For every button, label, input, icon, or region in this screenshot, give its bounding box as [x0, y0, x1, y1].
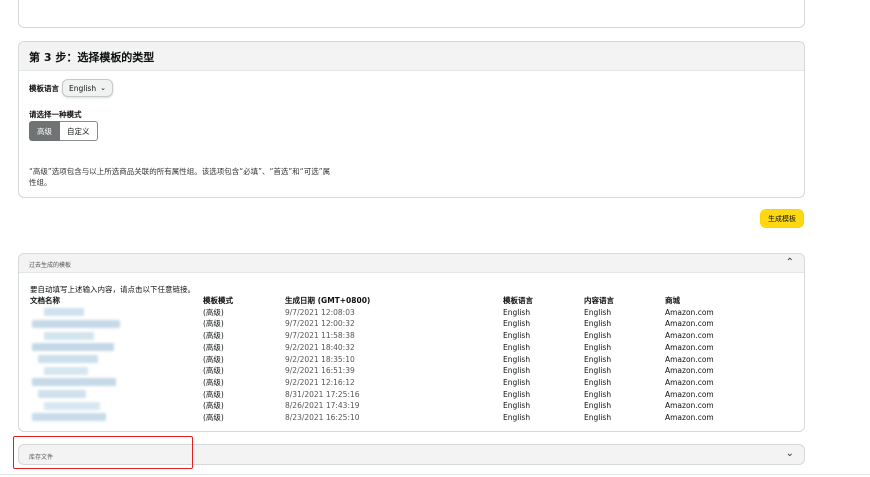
- cell-template-language: English: [503, 307, 531, 317]
- cell-date: 9/2/2021 18:35:10: [285, 354, 355, 364]
- cell-content-language: English: [584, 319, 612, 329]
- cell-template-language: English: [503, 354, 531, 364]
- cell-store: Amazon.com: [665, 413, 714, 423]
- past-templates-header[interactable]: 过去生成的模板 ⌃: [19, 254, 804, 273]
- cell-content-language: English: [584, 307, 612, 317]
- cell-store: Amazon.com: [665, 342, 714, 352]
- past-templates-title: 过去生成的模板: [29, 262, 72, 269]
- chevron-down-icon[interactable]: ⌄: [786, 448, 794, 459]
- redacted-name-8[interactable]: [38, 390, 86, 398]
- cell-mode: (高级): [203, 401, 224, 411]
- cell-template-language: English: [503, 389, 531, 399]
- previous-step-card: [18, 0, 805, 28]
- cell-template-language: English: [503, 377, 531, 387]
- divider: [0, 474, 870, 475]
- mode-description: “高级”选项包含与以上所选商品关联的所有属性组。该选项包含“必填”、“首选”和“…: [29, 166, 409, 188]
- cell-content-language: English: [584, 342, 612, 352]
- column-template-language: 模板语言 English English English English Eng…: [503, 295, 533, 424]
- cell-content-language: English: [584, 331, 612, 341]
- template-language-value: English: [69, 83, 97, 93]
- mode-advanced-button[interactable]: 高级: [29, 121, 60, 141]
- cell-content-language: English: [584, 389, 612, 399]
- cell-mode: (高级): [203, 354, 224, 364]
- chevron-up-icon[interactable]: ⌃: [786, 257, 794, 268]
- cell-content-language: English: [584, 377, 612, 387]
- cell-store: Amazon.com: [665, 319, 714, 329]
- cell-mode: (高级): [203, 413, 224, 423]
- cell-template-language: English: [503, 401, 531, 411]
- header-template-language: 模板语言: [503, 296, 533, 305]
- past-templates-card: 过去生成的模板 ⌃ 要自动填写上述输入内容，请点击以下任意链接。 文档名称 模板…: [18, 253, 805, 432]
- cell-template-language: English: [503, 331, 531, 341]
- cell-store: Amazon.com: [665, 389, 714, 399]
- cell-date: 8/26/2021 17:43:19: [285, 401, 360, 411]
- redacted-name-10[interactable]: [32, 413, 106, 421]
- column-mode: 模板模式 (高级) (高级) (高级) (高级) (高级) (高级) (高级) …: [203, 295, 233, 424]
- cell-store: Amazon.com: [665, 354, 714, 364]
- cell-store: Amazon.com: [665, 366, 714, 376]
- cell-template-language: English: [503, 413, 531, 423]
- redacted-document-names: [30, 306, 120, 426]
- mode-description-line1: “高级”选项包含与以上所选商品关联的所有属性组。该选项包含“必填”、“首选”和“…: [29, 167, 331, 176]
- cell-date: 8/31/2021 17:25:16: [285, 389, 360, 399]
- cell-mode: (高级): [203, 307, 224, 317]
- template-language-label: 模板语言: [29, 83, 59, 93]
- cell-mode: (高级): [203, 389, 224, 399]
- cell-content-language: English: [584, 401, 612, 411]
- redacted-name-1[interactable]: [44, 308, 84, 316]
- cell-store: Amazon.com: [665, 401, 714, 411]
- redacted-name-4[interactable]: [32, 343, 114, 351]
- past-templates-hint: 要自动填写上述输入内容，请点击以下任意链接。: [30, 285, 195, 294]
- cell-store: Amazon.com: [665, 307, 714, 317]
- cell-content-language: English: [584, 366, 612, 376]
- cell-store: Amazon.com: [665, 331, 714, 341]
- cell-store: Amazon.com: [665, 377, 714, 387]
- mode-toggle-group: 高级 自定义: [29, 121, 98, 141]
- column-name: 文档名称: [30, 295, 60, 307]
- redacted-name-9[interactable]: [44, 402, 100, 410]
- cell-template-language: English: [503, 342, 531, 352]
- mode-prompt: 请选择一种模式: [29, 110, 82, 119]
- redacted-name-7[interactable]: [32, 378, 116, 386]
- header-content-language: 内容语言: [584, 296, 614, 305]
- column-content-language: 内容语言 English English English English Eng…: [584, 295, 614, 424]
- header-mode: 模板模式: [203, 296, 233, 305]
- cell-mode: (高级): [203, 342, 224, 352]
- redacted-name-5[interactable]: [38, 355, 98, 363]
- cell-date: 8/23/2021 16:25:10: [285, 413, 360, 423]
- mode-description-line2: 性组。: [29, 178, 52, 187]
- cell-mode: (高级): [203, 366, 224, 376]
- highlight-annotation-box: [13, 436, 193, 469]
- header-date: 生成日期 (GMT+0800): [285, 296, 371, 305]
- cell-content-language: English: [584, 413, 612, 423]
- cell-content-language: English: [584, 354, 612, 364]
- column-date: 生成日期 (GMT+0800) 9/7/2021 12:08:03 9/7/20…: [285, 295, 370, 424]
- cell-date: 9/2/2021 18:40:32: [285, 342, 355, 352]
- mode-custom-button[interactable]: 自定义: [60, 121, 98, 141]
- template-language-select[interactable]: English ⌄: [62, 79, 113, 97]
- cell-mode: (高级): [203, 319, 224, 329]
- cell-date: 9/7/2021 12:08:03: [285, 307, 355, 317]
- step3-title: 第 3 步：选择模板的类型: [19, 42, 804, 71]
- cell-mode: (高级): [203, 377, 224, 387]
- generate-template-button[interactable]: 生成模板: [760, 209, 804, 228]
- cell-date: 9/2/2021 16:51:39: [285, 366, 355, 376]
- cell-date: 9/7/2021 12:00:32: [285, 319, 355, 329]
- chevron-down-icon: ⌄: [100, 84, 106, 92]
- header-name: 文档名称: [30, 296, 60, 305]
- redacted-name-6[interactable]: [44, 367, 88, 375]
- cell-date: 9/2/2021 12:16:12: [285, 377, 355, 387]
- cell-mode: (高级): [203, 331, 224, 341]
- template-language-row: 模板语言 English ⌄: [29, 79, 113, 97]
- header-store: 商城: [665, 296, 680, 305]
- cell-template-language: English: [503, 319, 531, 329]
- redacted-name-2[interactable]: [32, 320, 120, 328]
- cell-template-language: English: [503, 366, 531, 376]
- step3-card: 第 3 步：选择模板的类型 模板语言 English ⌄ 请选择一种模式 高级 …: [18, 41, 805, 198]
- column-store: 商城 Amazon.com Amazon.com Amazon.com Amaz…: [665, 295, 714, 424]
- cell-date: 9/7/2021 11:58:38: [285, 331, 355, 341]
- redacted-name-3[interactable]: [44, 332, 94, 340]
